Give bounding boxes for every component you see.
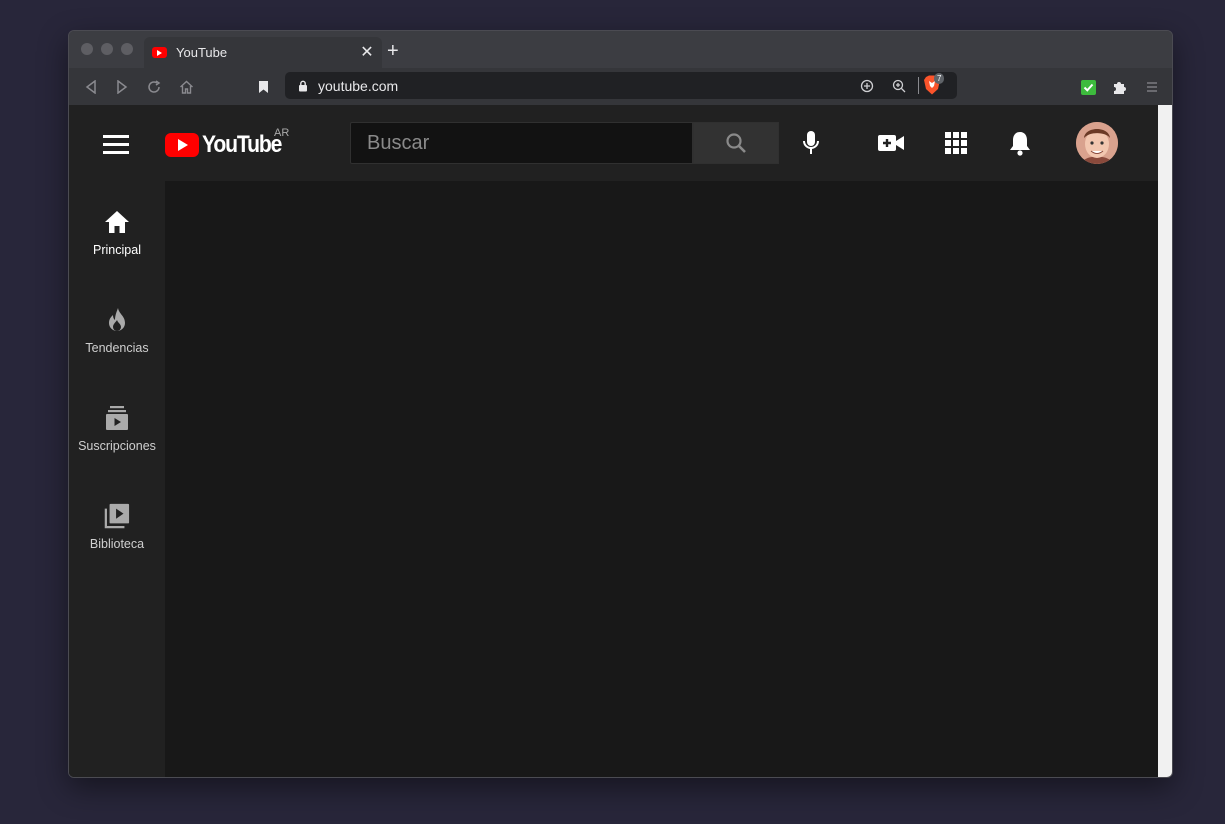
extension-check-icon[interactable]: [1078, 77, 1098, 97]
home-button-icon[interactable]: [176, 77, 196, 97]
urlbar-divider: [918, 77, 919, 94]
url-text: youtube.com: [318, 77, 399, 94]
minimize-window-button[interactable]: [101, 43, 113, 55]
sidebar-item-label: Tendencias: [85, 341, 149, 355]
sidebar-item-label: Suscripciones: [78, 439, 156, 453]
youtube-page: YouTube AR Buscar Principal Tendencias S…: [69, 105, 1158, 777]
back-icon[interactable]: [81, 77, 101, 97]
user-avatar[interactable]: [1076, 122, 1118, 164]
zoom-icon[interactable]: [892, 79, 906, 93]
youtube-sidebar: Principal Tendencias Suscripciones Bibli…: [69, 181, 165, 777]
trending-icon: [104, 307, 130, 333]
browser-toolbar: youtube.com 7: [69, 68, 1172, 105]
home-icon: [104, 209, 130, 235]
shields-count-badge: 7: [934, 73, 945, 84]
microphone-icon[interactable]: [797, 129, 825, 157]
notifications-bell-icon[interactable]: [1006, 129, 1034, 157]
sidebar-item-tendencias[interactable]: Tendencias: [69, 297, 165, 371]
library-icon: [104, 503, 130, 529]
search-icon: [726, 133, 746, 153]
youtube-header: YouTube AR Buscar: [69, 105, 1158, 181]
browser-menu-icon[interactable]: [1142, 77, 1162, 97]
bookmark-icon[interactable]: [253, 77, 273, 97]
create-video-icon[interactable]: [877, 129, 905, 157]
lock-icon: [299, 80, 307, 91]
add-circle-icon[interactable]: [860, 79, 874, 93]
extensions-puzzle-icon[interactable]: [1109, 77, 1129, 97]
sidebar-item-suscripciones[interactable]: Suscripciones: [69, 395, 165, 469]
tab-close-icon[interactable]: ✕: [356, 44, 378, 61]
youtube-logo[interactable]: YouTube AR: [165, 127, 292, 159]
tab-strip: YouTube ✕ +: [69, 31, 1172, 68]
tab-youtube[interactable]: YouTube ✕: [144, 37, 382, 68]
sidebar-item-biblioteca[interactable]: Biblioteca: [69, 493, 165, 567]
sidebar-item-label: Biblioteca: [89, 537, 145, 551]
page-scrollbar[interactable]: [1158, 105, 1172, 777]
tab-title: YouTube: [176, 45, 228, 60]
youtube-play-logo-icon: [165, 133, 199, 157]
sidebar-item-label: Principal: [93, 243, 141, 257]
search-button[interactable]: [693, 122, 779, 164]
zoom-window-button[interactable]: [121, 43, 133, 55]
address-bar[interactable]: youtube.com 7: [285, 72, 957, 99]
guide-menu-icon[interactable]: [103, 135, 129, 154]
search-input[interactable]: Buscar: [350, 122, 693, 164]
reload-icon[interactable]: [144, 77, 164, 97]
youtube-favicon-icon: [152, 47, 167, 58]
forward-icon[interactable]: [112, 77, 132, 97]
close-window-button[interactable]: [81, 43, 93, 55]
brave-shields-icon[interactable]: 7: [923, 73, 949, 95]
browser-window: YouTube ✕ + youtube.com 7 YouTube AR Bus…: [68, 30, 1173, 778]
sidebar-item-principal[interactable]: Principal: [69, 199, 165, 273]
subscriptions-icon: [104, 405, 130, 431]
apps-grid-icon[interactable]: [942, 129, 970, 157]
logo-text: YouTube: [202, 131, 282, 158]
new-tab-button[interactable]: +: [387, 41, 399, 61]
country-code: AR: [274, 127, 290, 139]
